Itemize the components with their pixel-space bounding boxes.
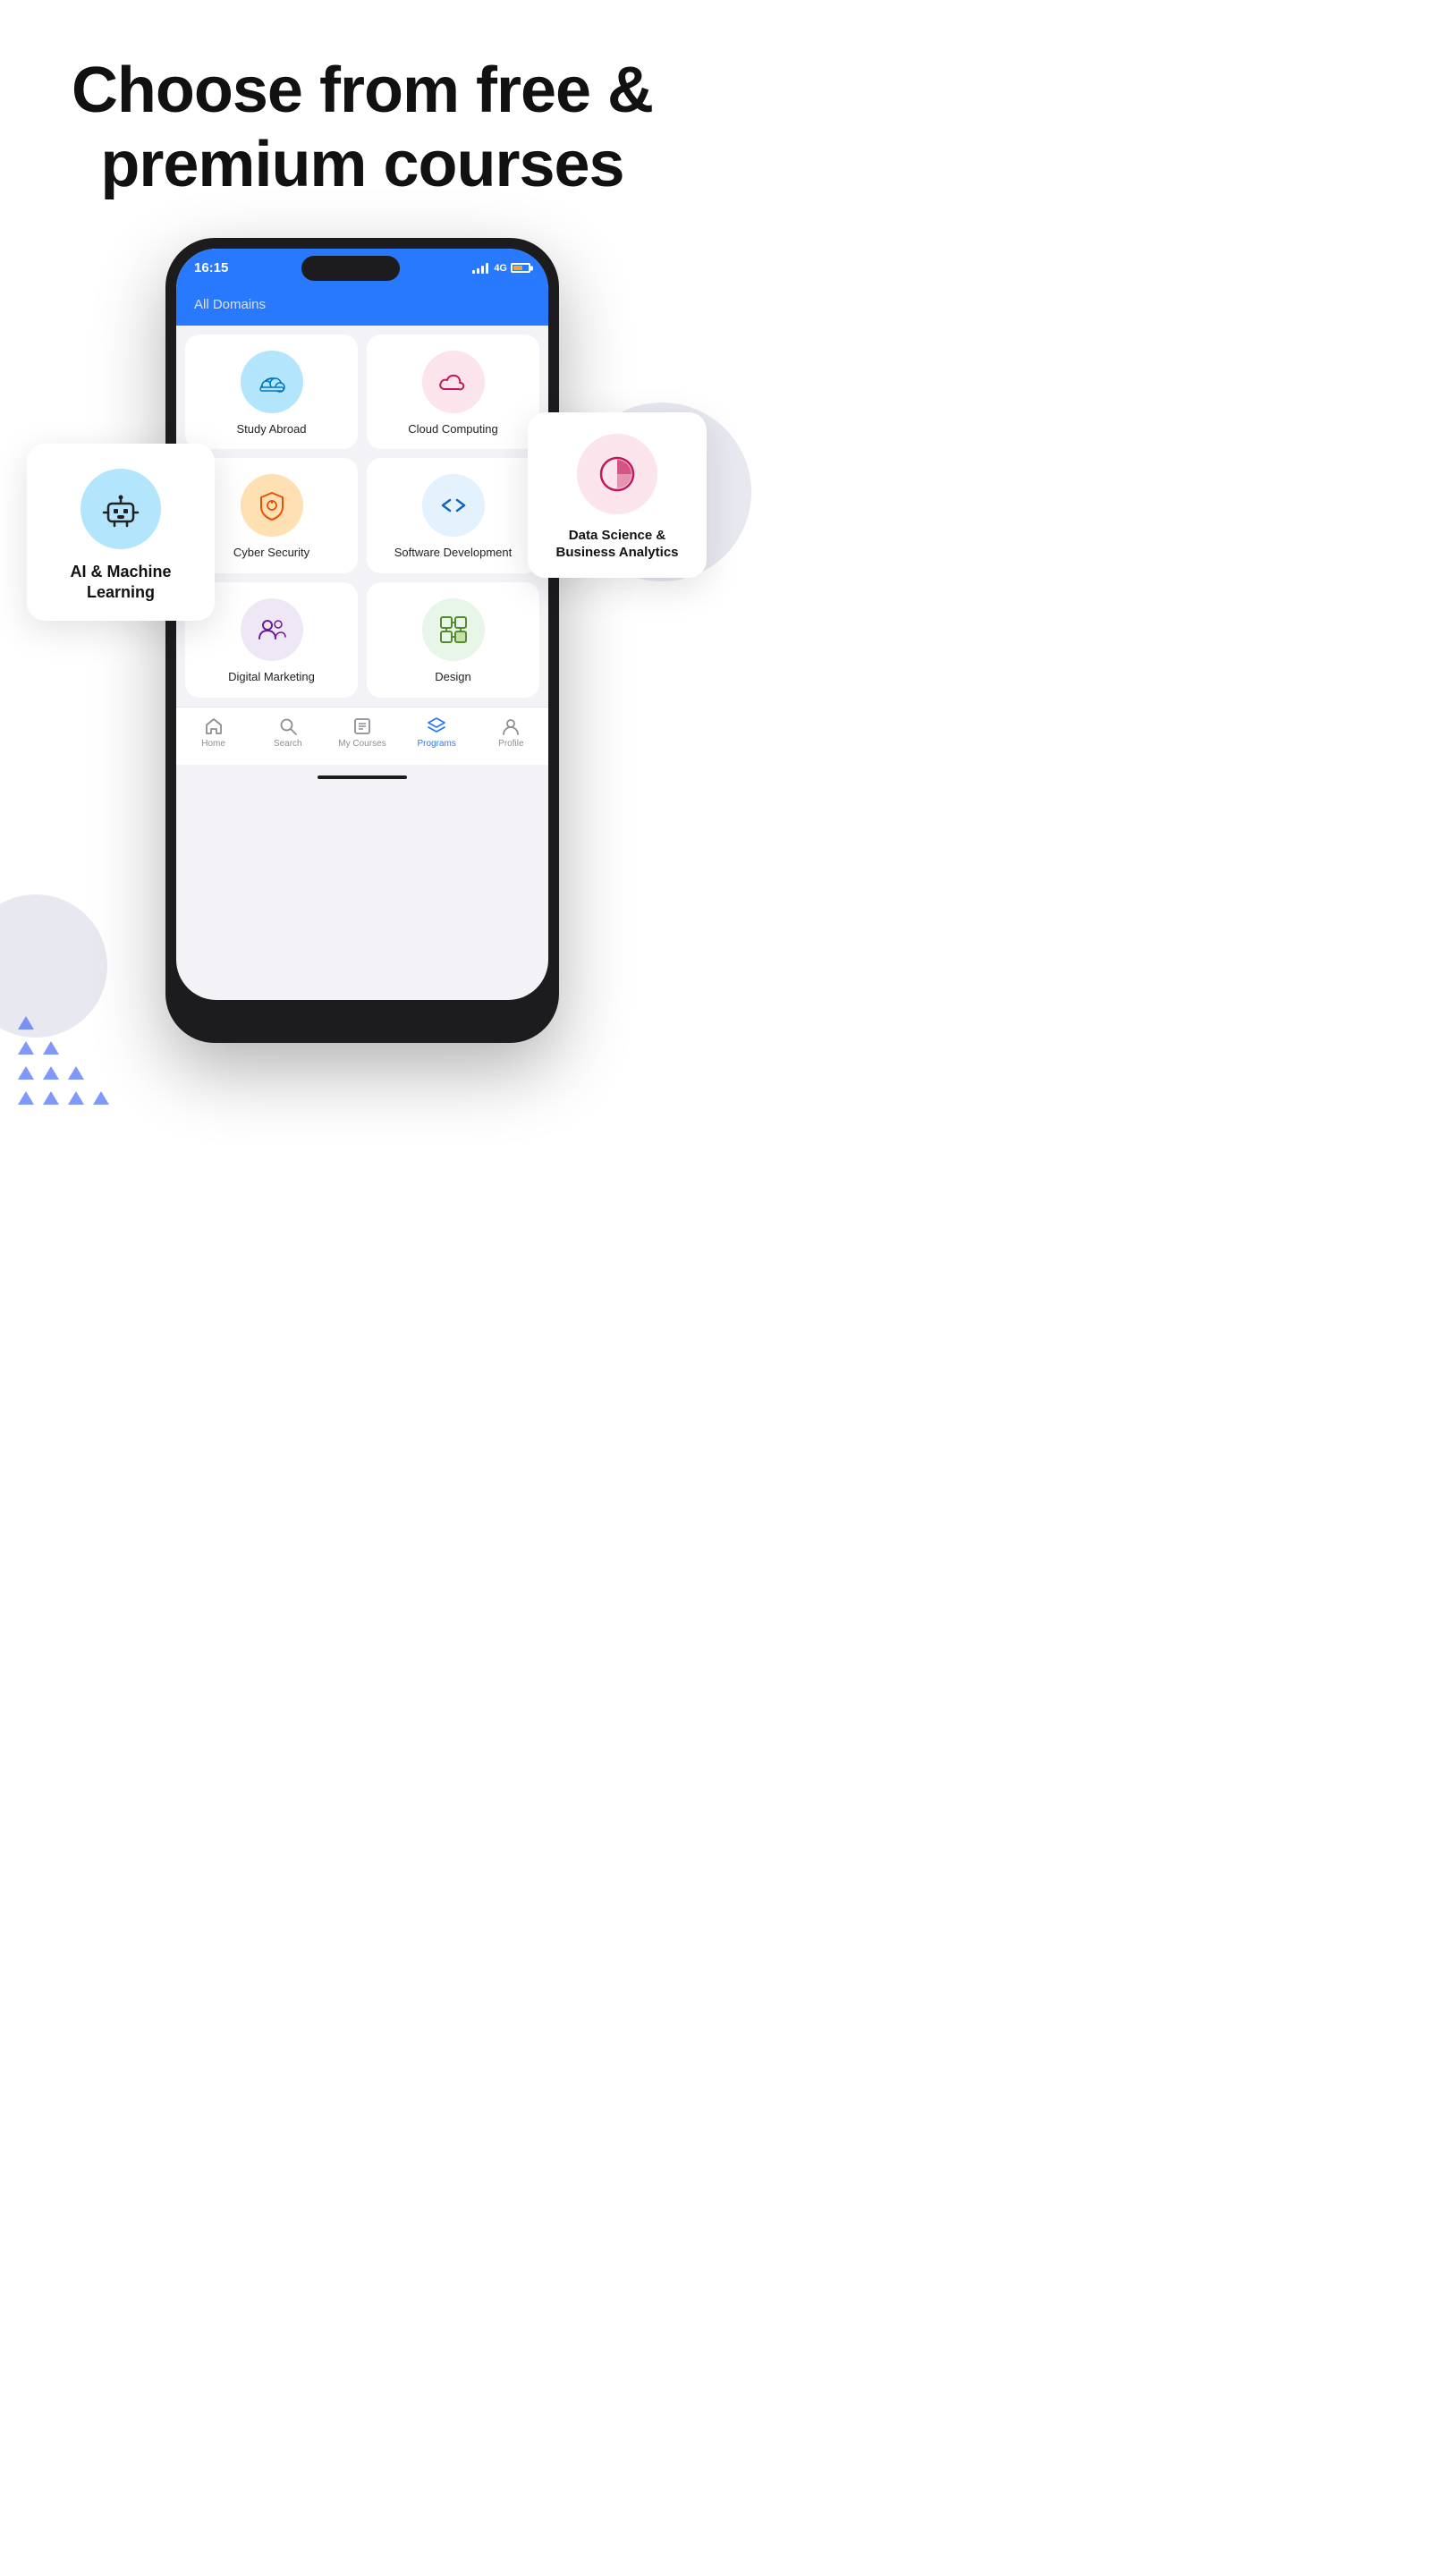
phone-screen: 16:15 4G All Domains xyxy=(176,249,548,1000)
courses-icon xyxy=(352,716,372,736)
floating-card-ai[interactable]: AI & Machine Learning xyxy=(27,444,215,622)
nav-programs[interactable]: Programs xyxy=(410,716,463,749)
app-header: All Domains xyxy=(176,288,548,326)
battery-icon xyxy=(511,263,530,273)
network-label: 4G xyxy=(494,263,507,274)
home-bar xyxy=(318,775,407,779)
piechart-icon xyxy=(596,453,639,496)
digital-marketing-label: Digital Marketing xyxy=(228,670,315,685)
nav-my-courses-label: My Courses xyxy=(338,739,386,749)
digital-marketing-icon xyxy=(241,598,303,661)
phone-wrapper: AI & Machine Learning Data Science & Bus… xyxy=(0,238,724,1043)
app-content: Study Abroad Cloud Computing xyxy=(176,326,548,708)
cyber-security-icon xyxy=(241,474,303,537)
robot-icon xyxy=(99,487,142,530)
cloud-computing-icon xyxy=(422,351,485,413)
design-label: Design xyxy=(435,670,470,685)
status-icons: 4G xyxy=(472,263,530,274)
domain-card-study-abroad[interactable]: Study Abroad xyxy=(185,335,358,450)
nav-search-label: Search xyxy=(274,739,302,749)
bottom-nav: Home Search My Cours xyxy=(176,707,548,765)
nav-programs-label: Programs xyxy=(417,739,455,749)
cloud-computing-label: Cloud Computing xyxy=(408,422,497,437)
cloud-svg xyxy=(437,366,470,398)
profile-icon xyxy=(501,716,521,736)
nav-home-label: Home xyxy=(201,739,225,749)
main-title: Choose from free & premium courses xyxy=(54,54,671,202)
programs-icon xyxy=(427,716,446,736)
study-abroad-svg xyxy=(256,366,288,398)
status-time: 16:15 xyxy=(194,260,228,275)
ds-icon-circle xyxy=(577,434,657,514)
signal-bars xyxy=(472,263,488,274)
study-abroad-label: Study Abroad xyxy=(236,422,306,437)
status-notch xyxy=(301,256,400,281)
status-bar: 16:15 4G xyxy=(176,249,548,288)
domain-card-design[interactable]: Design xyxy=(367,582,539,698)
nav-profile-label: Profile xyxy=(498,739,523,749)
home-icon xyxy=(204,716,224,736)
domains-grid: Study Abroad Cloud Computing xyxy=(185,335,539,699)
design-icon xyxy=(422,598,485,661)
nav-my-courses[interactable]: My Courses xyxy=(335,716,389,749)
all-domains-label: All Domains xyxy=(194,297,266,312)
nav-profile[interactable]: Profile xyxy=(484,716,538,749)
ai-card-label: AI & Machine Learning xyxy=(48,562,193,604)
ds-card-label: Data Science & Business Analytics xyxy=(546,527,689,562)
search-icon xyxy=(278,716,298,736)
shield-svg xyxy=(256,489,288,521)
domain-card-cloud-computing[interactable]: Cloud Computing xyxy=(367,335,539,450)
domain-card-software-development[interactable]: Software Development xyxy=(367,458,539,573)
phone-device: 16:15 4G All Domains xyxy=(165,238,559,1043)
nav-home[interactable]: Home xyxy=(187,716,241,749)
people-svg xyxy=(256,614,288,646)
header-section: Choose from free & premium courses xyxy=(0,0,724,238)
software-dev-icon xyxy=(422,474,485,537)
code-svg xyxy=(437,489,470,521)
cyber-security-label: Cyber Security xyxy=(233,546,309,561)
puzzle-svg xyxy=(437,614,470,646)
study-abroad-icon xyxy=(241,351,303,413)
home-indicator xyxy=(176,765,548,790)
ai-icon-circle xyxy=(80,469,161,549)
floating-card-ds[interactable]: Data Science & Business Analytics xyxy=(528,412,707,578)
nav-search[interactable]: Search xyxy=(261,716,315,749)
software-dev-label: Software Development xyxy=(394,546,513,561)
